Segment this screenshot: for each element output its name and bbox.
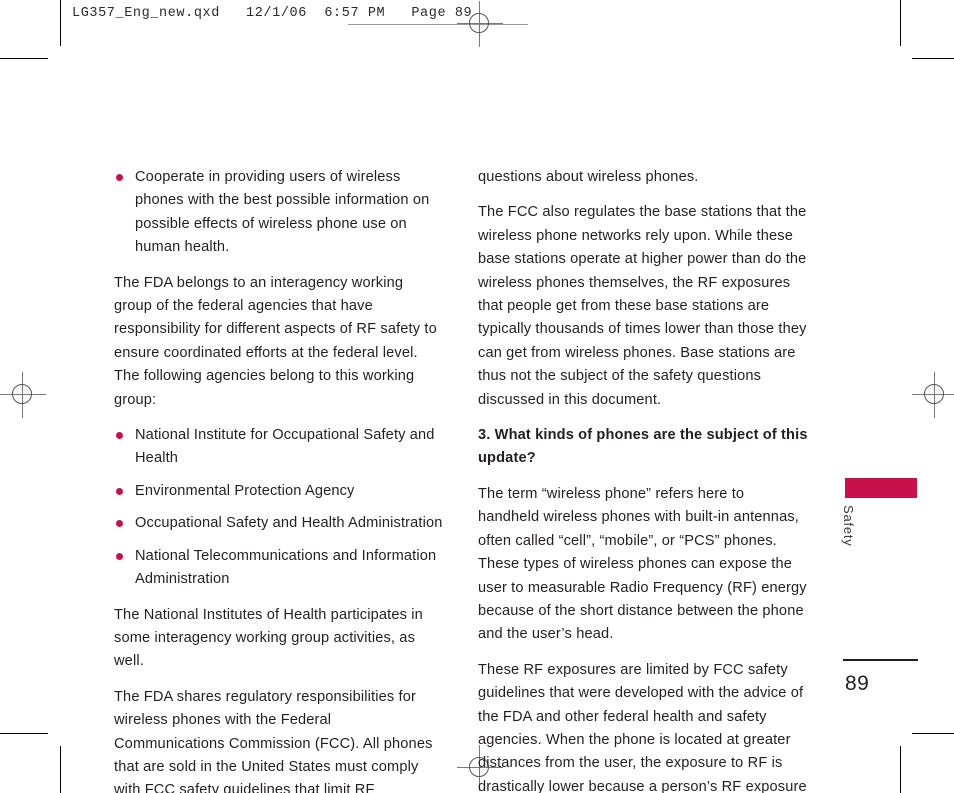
list-item: National Telecommunications and Informat… [114,545,444,592]
crop-mark-bottom-left-horizontal [0,733,48,734]
paragraph-fcc-base-stations: The FCC also regulates the base stations… [478,204,807,408]
paragraph-fda-working-group: The FDA belongs to an interagency workin… [114,274,437,408]
paragraph-wireless-phone-definition: The term “wireless phone” refers here to… [478,485,807,643]
page-number: 89 [845,672,870,695]
list-item: Cooperate in providing users of wireless… [114,166,444,260]
text-column-right: questions about wireless phones. The FCC… [478,166,808,793]
text-column-left: Cooperate in providing users of wireless… [114,166,444,793]
paragraph-rf-exposure-limits: These RF exposures are limited by FCC sa… [478,661,807,793]
bullet-dot-icon [116,552,123,560]
bullet-dot-icon [116,520,123,528]
list-item: National Institute for Occupational Safe… [114,424,444,471]
list-item-text: Cooperate in providing users of wireless… [135,169,430,256]
document-page: LG357_Eng_new.qxd 12/1/06 6:57 PM Page 8… [0,0,954,793]
paragraph-fda-shares-responsibilities: The FDA shares regulatory responsibiliti… [114,688,433,793]
bullet-dot-icon [116,174,123,181]
printer-slug: LG357_Eng_new.qxd 12/1/06 6:57 PM Page 8… [72,6,473,21]
paragraph-nih-participates: The National Institutes of Health partic… [114,606,423,670]
section-tab-swatch [845,478,917,498]
crop-mark-top-left-vertical [60,0,61,46]
list-item-text: Environmental Protection Agency [135,482,355,499]
crop-mark-top-right-horizontal [912,58,954,59]
list-item: Environmental Protection Agency [114,480,444,503]
list-item-text: Occupational Safety and Health Administr… [135,515,443,532]
registration-mark-right-icon [912,372,954,418]
bullet-dot-icon [116,432,123,440]
agency-bullet-list: National Institute for Occupational Safe… [114,424,444,591]
heading-question-3: 3. What kinds of phones are the subject … [478,427,808,467]
registration-mark-left-icon [0,372,46,418]
crop-mark-bottom-right-vertical [900,746,901,793]
list-item-text: National Telecommunications and Informat… [135,547,437,588]
crop-mark-bottom-right-horizontal [912,733,954,734]
list-item: Occupational Safety and Health Administr… [114,512,444,535]
folio-rule [843,659,918,661]
paragraph-questions-continuation: questions about wireless phones. [478,169,699,185]
crop-mark-top-left-horizontal [0,58,48,59]
crop-mark-bottom-left-vertical [60,746,61,793]
crop-mark-top-right-vertical [900,0,901,46]
intro-bullet-list: Cooperate in providing users of wireless… [114,166,444,260]
list-item-text: National Institute for Occupational Safe… [135,427,435,467]
registration-mark-top-icon [457,1,503,47]
section-tab-label: Safety [841,505,856,547]
bullet-dot-icon [116,487,123,495]
